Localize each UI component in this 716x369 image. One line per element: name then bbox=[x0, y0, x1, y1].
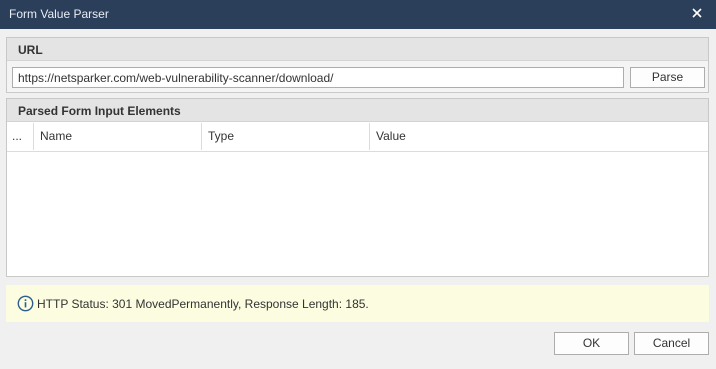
parse-button[interactable]: Parse bbox=[630, 67, 705, 88]
cancel-button[interactable]: Cancel bbox=[634, 332, 709, 355]
window-title: Form Value Parser bbox=[9, 7, 109, 21]
column-header-type[interactable]: Type bbox=[202, 123, 370, 150]
url-input[interactable] bbox=[12, 67, 624, 88]
title-bar: Form Value Parser bbox=[0, 0, 716, 29]
url-section-header: URL bbox=[7, 38, 708, 61]
close-icon[interactable] bbox=[690, 6, 704, 20]
column-header-name[interactable]: Name bbox=[34, 123, 202, 150]
grid-header: ... Name Type Value bbox=[7, 123, 708, 152]
status-info-bar: HTTP Status: 301 MovedPermanently, Respo… bbox=[6, 285, 709, 322]
url-section: URL Parse bbox=[6, 37, 709, 93]
column-header-value[interactable]: Value bbox=[370, 123, 708, 150]
parsed-elements-section: Parsed Form Input Elements ... Name Type… bbox=[6, 98, 709, 277]
parsed-section-header: Parsed Form Input Elements bbox=[7, 99, 708, 122]
ok-button[interactable]: OK bbox=[554, 332, 629, 355]
status-text: HTTP Status: 301 MovedPermanently, Respo… bbox=[37, 297, 369, 311]
column-header-more[interactable]: ... bbox=[7, 123, 34, 150]
info-icon bbox=[17, 295, 34, 312]
